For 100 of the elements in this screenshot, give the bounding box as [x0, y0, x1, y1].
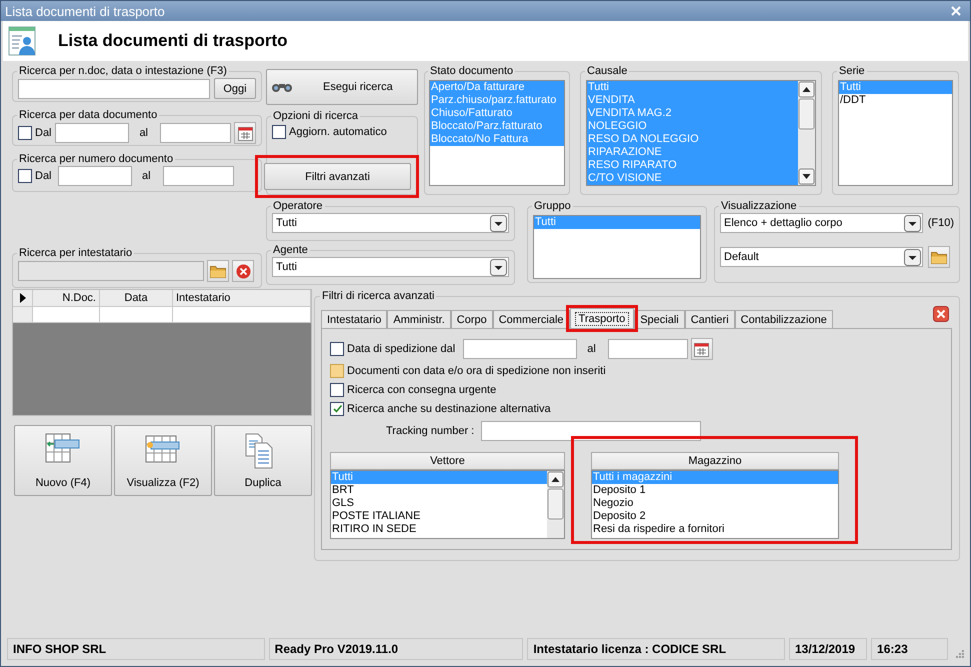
checkbox-label: Dal [35, 127, 52, 139]
list-box[interactable]: Tutti BRT GLS POSTE ITALIANE RITIRO IN SEDE [330, 470, 565, 539]
table-cell[interactable] [100, 307, 173, 323]
field-label: Tracking number : [386, 425, 474, 437]
input-field[interactable] [162, 166, 234, 186]
input-field[interactable] [55, 123, 130, 143]
input-field[interactable] [608, 339, 688, 359]
checkbox[interactable] [330, 342, 344, 356]
tab[interactable]: Cantieri [684, 310, 735, 328]
field-label: al [139, 127, 148, 139]
checkbox-label: Documenti con data e/o ora di spedizione non inseriti [347, 364, 606, 376]
table-cell[interactable] [173, 307, 311, 323]
list-box[interactable]: Tutti i magazzini Deposito 1 Negozio Deposito 2 Resi da rispedire a fornitori [591, 470, 839, 539]
action-button[interactable]: Visualizza (F2) [114, 425, 212, 496]
clear-button[interactable] [232, 260, 254, 282]
input-field[interactable] [481, 421, 702, 441]
group-label: Ricerca per data documento [18, 108, 158, 122]
status-text: INFO SHOP SRL [7, 638, 265, 660]
folder-button[interactable] [928, 246, 950, 268]
dropdown[interactable]: Tutti [272, 213, 509, 233]
checkbox[interactable] [272, 125, 286, 139]
caret-icon [904, 214, 921, 232]
advanced-filters-button[interactable]: Filtri avanzati [264, 163, 411, 190]
status-text: Ready Pro V2019.11.0 [268, 638, 524, 660]
group-label: Ricerca per numero documento [18, 152, 174, 166]
folder-button[interactable] [207, 260, 229, 282]
resize-grip-icon[interactable] [956, 650, 964, 658]
checkbox-label: Ricerca anche su destinazione alternativa [347, 402, 551, 414]
group-label: Causale [586, 64, 628, 78]
folder-icon [931, 250, 947, 264]
list-header: Vettore [330, 452, 565, 470]
list-item[interactable]: Deposito 1 [592, 484, 838, 497]
document-person-icon [8, 26, 38, 56]
list-item[interactable]: BRT [331, 484, 547, 497]
calendar-icon [238, 126, 252, 140]
input-field[interactable] [18, 78, 210, 98]
dropdown[interactable]: Elenco + dettaglio corpo [720, 213, 923, 233]
input-field[interactable] [58, 166, 132, 186]
page-title: Lista documenti di trasporto [58, 31, 288, 51]
list-item[interactable]: Resi da rispedire a fornitori [592, 523, 838, 536]
tab[interactable]: Speciali [634, 310, 685, 328]
delete-icon [236, 264, 250, 278]
input-field[interactable] [18, 261, 204, 281]
tab[interactable]: Corpo [450, 310, 493, 328]
checkbox[interactable] [330, 364, 344, 378]
group-label: Visualizzazione [720, 199, 798, 213]
tab[interactable]: Commerciale [492, 310, 570, 328]
dropdown[interactable]: Tutti [272, 257, 509, 277]
shortcut-label: (F10) [928, 217, 954, 229]
caret-icon [904, 248, 921, 266]
checkbox-label: Dal [35, 170, 52, 182]
list-header: Magazzino [591, 452, 839, 470]
list-box[interactable]: Tutti /DDT [838, 80, 953, 186]
row-header [13, 307, 33, 323]
tab[interactable]: Amministr. [387, 310, 451, 328]
today-button[interactable]: Oggi [214, 78, 256, 99]
checkbox-label: Aggiorn. automatico [289, 126, 387, 138]
check-icon [332, 403, 342, 414]
calendar-icon [694, 342, 710, 356]
status-text: Intestatario licenza : CODICE SRL [527, 638, 785, 660]
folder-icon [210, 264, 226, 278]
field-label: al [142, 170, 151, 182]
list-item[interactable]: GLS [331, 497, 547, 510]
action-button[interactable]: Duplica [214, 425, 312, 496]
action-button[interactable]: Nuovo (F4) [14, 425, 112, 496]
group-label: Opzioni di ricerca [272, 109, 359, 123]
tab[interactable]: Intestatario [321, 310, 388, 328]
input-field[interactable] [463, 339, 578, 359]
input-field[interactable] [160, 123, 231, 143]
dropdown[interactable]: Default [720, 247, 923, 267]
caret-icon [490, 214, 507, 232]
tab[interactable]: Trasporto [570, 308, 634, 328]
checkbox[interactable] [330, 382, 344, 396]
group-label: Operatore [272, 199, 324, 213]
checkbox-label: Data di spedizione dal [347, 343, 456, 355]
group-label: Filtri di ricerca avanzati [321, 289, 436, 303]
table-cell[interactable] [33, 307, 100, 323]
scrollbar[interactable] [798, 81, 815, 185]
group-label: Stato documento [429, 64, 514, 78]
binoculars-icon [271, 81, 293, 93]
group-label: Ricerca per intestatario [18, 246, 134, 260]
list-item[interactable]: POSTE ITALIANE [331, 510, 547, 523]
calendar-button[interactable] [690, 338, 713, 360]
list-item[interactable]: Negozio [592, 497, 838, 510]
checkbox[interactable] [18, 169, 32, 183]
calendar-button[interactable] [234, 122, 256, 144]
checkbox[interactable] [18, 126, 32, 140]
group-label: Agente [272, 243, 309, 257]
field-label: al [587, 343, 596, 355]
close-icon[interactable] [933, 306, 949, 322]
list-item[interactable]: /DDT [839, 94, 952, 107]
search-button[interactable]: Esegui ricerca [266, 69, 418, 105]
list-item[interactable]: RITIRO IN SEDE [331, 523, 547, 536]
group-label: Serie [838, 64, 866, 78]
list-item[interactable]: Deposito 2 [592, 510, 838, 523]
status-text: 16:23 [871, 638, 948, 660]
data-grid[interactable]: N.Doc. Data Intestatario [12, 289, 312, 416]
checkbox[interactable] [330, 402, 344, 416]
tab[interactable]: Contabilizzazione [734, 310, 833, 328]
group-label: Gruppo [533, 199, 572, 213]
